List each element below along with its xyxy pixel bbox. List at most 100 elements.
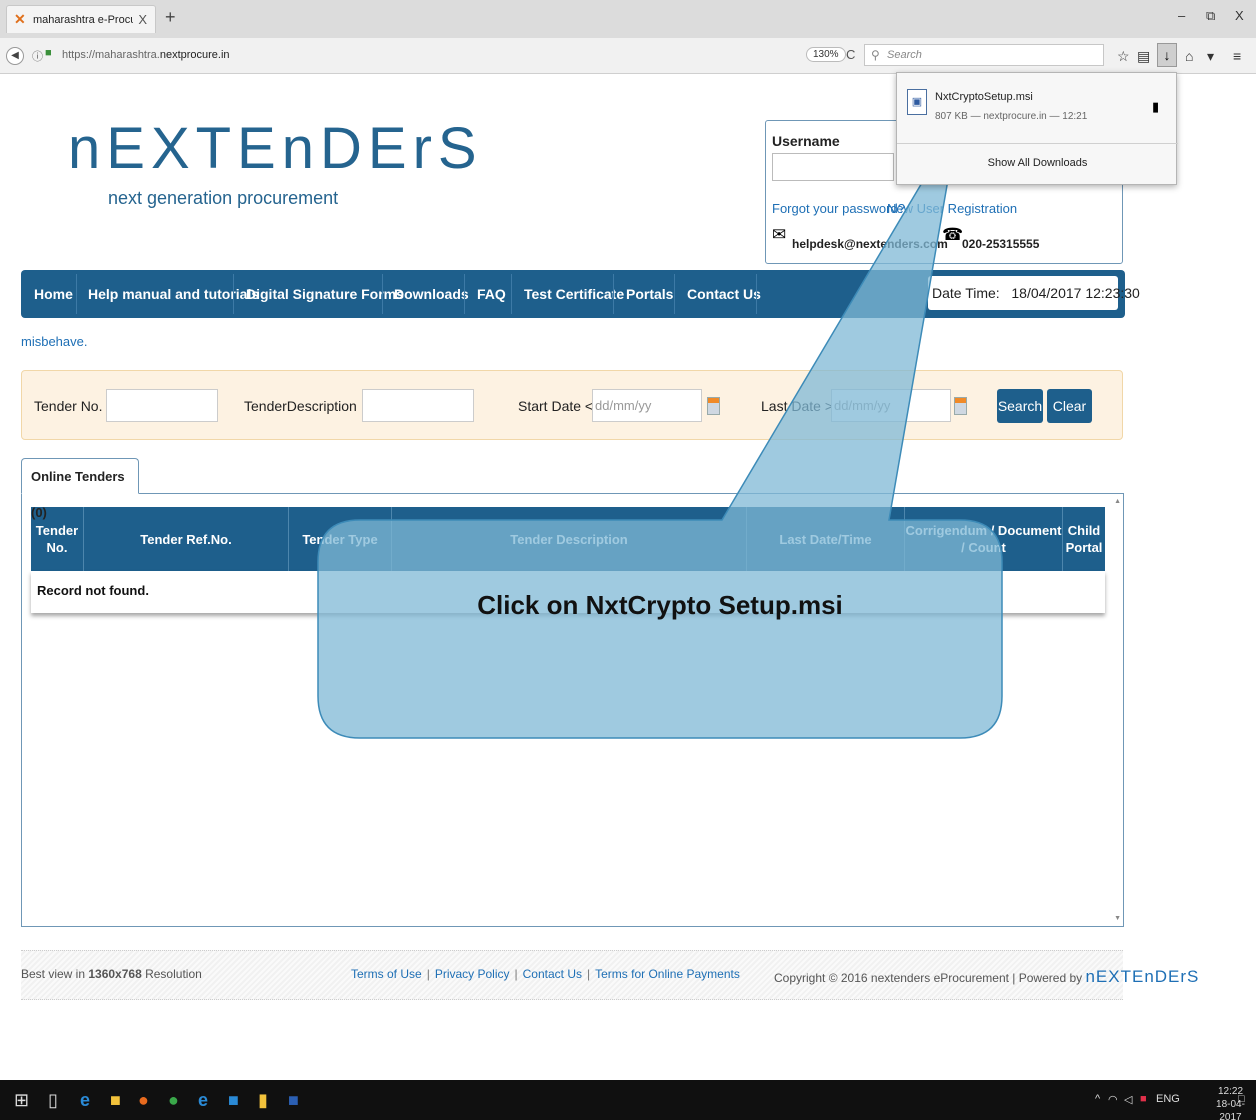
- username-input[interactable]: [772, 153, 894, 181]
- browser-tab-bar: ✕ maharashtra e-Procureme... X + – ⧉ X: [0, 0, 1256, 38]
- email-icon: ✉: [772, 225, 787, 244]
- tab-title: maharashtra e-Procureme...: [33, 14, 133, 26]
- chrome-icon[interactable]: ●: [168, 1090, 179, 1110]
- nextenders-logo: nEXTEnDErS: [68, 116, 483, 181]
- antivirus-icon[interactable]: ■: [1140, 1093, 1147, 1105]
- menu-divider: [511, 274, 512, 314]
- open-folder-icon[interactable]: ▮: [1152, 99, 1159, 115]
- tender-description-input[interactable]: [362, 389, 474, 422]
- menu-faq[interactable]: FAQ: [477, 270, 506, 318]
- window-minimize-button[interactable]: –: [1178, 8, 1185, 23]
- pocket-icon[interactable]: ▾: [1207, 48, 1214, 65]
- bookmark-star-icon[interactable]: ☆: [1117, 48, 1130, 65]
- tab-close-button[interactable]: X: [138, 12, 147, 27]
- news-marquee: misbehave.: [21, 334, 88, 349]
- clock-date: 18-04-2017: [1216, 1099, 1245, 1120]
- menu-divider: [382, 274, 383, 314]
- windows-start-icon[interactable]: ⊞: [14, 1090, 29, 1110]
- footer-links: Terms of Use | Privacy Policy | Contact Us | T…: [351, 967, 740, 981]
- wifi-icon[interactable]: ◠: [1108, 1093, 1118, 1106]
- browser-search-input[interactable]: ⚲ Search: [864, 44, 1104, 66]
- privacy-policy-link[interactable]: Privacy Policy: [435, 967, 510, 981]
- reload-icon[interactable]: C: [846, 47, 855, 62]
- download-file-name: NxtCryptoSetup.msi: [935, 91, 1033, 103]
- start-date-input[interactable]: dd/mm/yy: [592, 389, 702, 422]
- language-indicator[interactable]: ENG: [1156, 1093, 1180, 1105]
- volume-icon[interactable]: ◁: [1124, 1093, 1132, 1106]
- calendar-icon[interactable]: [707, 397, 720, 415]
- terms-online-payments-link[interactable]: Terms for Online Payments: [595, 967, 740, 981]
- downloads-arrow-icon[interactable]: ↓: [1157, 43, 1177, 67]
- tender-search-panel: Tender No. TenderDescription Start Date …: [21, 370, 1123, 440]
- tray-overflow-icon[interactable]: ^: [1095, 1093, 1100, 1105]
- window-restore-button[interactable]: ⧉: [1206, 8, 1215, 24]
- word-icon[interactable]: ■: [288, 1090, 299, 1110]
- best-view-resolution: 1360x768: [88, 967, 142, 981]
- server-datetime: Date Time: 18/04/2017 12:23:30: [928, 276, 1140, 310]
- menu-divider: [464, 274, 465, 314]
- main-menu: Home Help manual and tutorials Digital S…: [21, 270, 1140, 318]
- url-prefix: https://maharashtra.: [62, 49, 160, 61]
- col-corrigendum-document-count: Corrigendum / Document / Count: [905, 507, 1063, 571]
- menu-downloads[interactable]: Downloads: [394, 270, 469, 318]
- forgot-password-link[interactable]: Forgot your password?: [772, 201, 905, 216]
- last-date-input[interactable]: dd/mm/yy: [831, 389, 951, 422]
- phone-icon: ☎: [942, 225, 964, 244]
- show-all-downloads-button[interactable]: Show All Downloads: [897, 157, 1178, 169]
- zoom-level[interactable]: 130%: [806, 47, 846, 62]
- browser-tab[interactable]: ✕ maharashtra e-Procureme... X: [6, 5, 156, 33]
- file-explorer-icon[interactable]: ■: [110, 1090, 121, 1110]
- firefox-icon[interactable]: ●: [138, 1090, 149, 1110]
- hamburger-menu-icon[interactable]: ≡: [1233, 48, 1241, 64]
- col-tender-ref-no: Tender Ref.No.: [84, 507, 289, 571]
- new-tab-button[interactable]: +: [165, 7, 176, 28]
- footer-separator: |: [426, 967, 430, 981]
- bookmarks-menu-icon[interactable]: ▤: [1137, 48, 1150, 65]
- footer-nextenders-logo: nEXTEnDErS: [1085, 967, 1200, 986]
- calendar-icon[interactable]: [954, 397, 967, 415]
- scroll-down-arrow-icon[interactable]: ▼: [1114, 915, 1121, 922]
- menu-portals[interactable]: Portals: [626, 270, 673, 318]
- username-label: Username: [772, 133, 840, 149]
- download-file-meta: 807 KB — nextprocure.in — 12:21: [935, 111, 1088, 122]
- downloads-panel: ▣ NxtCryptoSetup.msi 807 KB — nextprocur…: [896, 72, 1178, 185]
- taskbar-clock[interactable]: 12:22 18-04-2017: [1205, 1085, 1256, 1120]
- terms-of-use-link[interactable]: Terms of Use: [351, 967, 422, 981]
- online-tenders-panel: ▲ Tender No. Tender Ref.No. Tender Type …: [21, 493, 1124, 927]
- internet-explorer-icon[interactable]: e: [198, 1090, 208, 1110]
- back-arrow-icon[interactable]: ◀: [6, 47, 24, 65]
- home-icon[interactable]: ⌂: [1185, 48, 1193, 64]
- info-icon[interactable]: ⓘ: [32, 48, 43, 64]
- best-view-note: Best view in 1360x768 Resolution: [21, 967, 202, 981]
- site-footer: Best view in 1360x768 Resolution Terms o…: [21, 950, 1198, 1000]
- clear-button[interactable]: Clear: [1047, 389, 1092, 423]
- logo-tagline: next generation procurement: [108, 188, 339, 208]
- footer-contact-us-link[interactable]: Contact Us: [523, 967, 582, 981]
- window-close-button[interactable]: X: [1235, 8, 1244, 23]
- url-domain: nextprocure.in: [159, 49, 230, 61]
- tenders-table-header: Tender No. Tender Ref.No. Tender Type Te…: [31, 507, 1105, 571]
- sticky-notes-icon[interactable]: ▮: [258, 1090, 268, 1110]
- address-bar[interactable]: https://maharashtra.nextprocure.in: [62, 49, 230, 61]
- browser-nav-bar: ◀ ⓘ ■ https://maharashtra.nextprocure.in…: [0, 38, 1256, 74]
- menu-contact-us[interactable]: Contact Us: [687, 270, 761, 318]
- tender-description-label: TenderDescription: [244, 398, 357, 414]
- menu-digital-signature-forms[interactable]: Digital Signature Forms: [246, 270, 404, 318]
- notification-center-icon[interactable]: □: [1238, 1093, 1245, 1105]
- datetime-label: Date Time:: [932, 285, 1000, 301]
- menu-home[interactable]: Home: [34, 270, 73, 318]
- copyright-text: Copyright © 2016 nextenders eProcurement…: [774, 967, 1199, 987]
- edge-browser-icon[interactable]: e: [80, 1090, 90, 1110]
- task-view-icon[interactable]: ▯: [48, 1090, 58, 1110]
- mail-icon[interactable]: ■: [228, 1090, 239, 1110]
- lock-icon[interactable]: ■: [45, 47, 52, 59]
- footer-separator: |: [514, 967, 518, 981]
- helpdesk-phone: 020-25315555: [962, 237, 1040, 251]
- menu-test-certificate[interactable]: Test Certificate: [524, 270, 624, 318]
- tender-no-input[interactable]: [106, 389, 218, 422]
- scroll-up-arrow-icon[interactable]: ▲: [1114, 498, 1121, 505]
- search-button[interactable]: Search: [997, 389, 1043, 423]
- new-user-registration-link[interactable]: New User Registration: [887, 201, 1017, 216]
- menu-divider: [756, 274, 757, 314]
- tab-online-tenders[interactable]: Online Tenders (0): [21, 458, 139, 520]
